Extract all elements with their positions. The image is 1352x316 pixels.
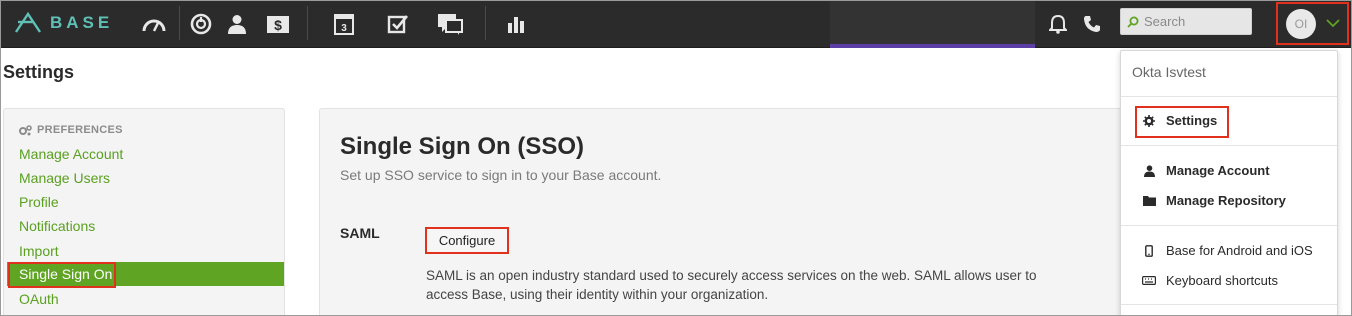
- svg-text:$: $: [274, 17, 282, 33]
- sidebar-item-import[interactable]: Import: [19, 243, 59, 259]
- sidebar-item-single-sign-on-label[interactable]: Single Sign On: [19, 266, 112, 282]
- menu-item-manage-repository[interactable]: Manage Repository: [1142, 193, 1286, 208]
- folder-icon: [1142, 195, 1156, 206]
- menu-item-settings[interactable]: Settings: [1142, 113, 1217, 128]
- saml-label: SAML: [340, 225, 380, 241]
- menu-divider: [1121, 304, 1337, 305]
- base-logo-icon: [15, 12, 41, 33]
- toolbar-divider: [307, 6, 308, 40]
- sidebar-item-profile[interactable]: Profile: [19, 194, 59, 210]
- bell-icon[interactable]: [1044, 10, 1072, 38]
- gears-icon: [19, 124, 32, 135]
- search-field[interactable]: [1120, 8, 1252, 35]
- calendar-day: 3: [341, 23, 347, 34]
- top-navigation-bar: BASE $ 3 OI: [0, 0, 1352, 48]
- menu-item-manage-account-label: Manage Account: [1166, 163, 1270, 178]
- menu-item-mobile-apps[interactable]: Base for Android and iOS: [1142, 243, 1313, 258]
- dollar-icon[interactable]: $: [264, 10, 292, 38]
- menu-item-manage-repository-label: Manage Repository: [1166, 193, 1286, 208]
- dashboard-icon[interactable]: [140, 10, 168, 38]
- search-input[interactable]: [1144, 14, 1244, 29]
- configure-button[interactable]: Configure: [425, 227, 509, 254]
- preferences-label: PREFERENCES: [37, 124, 123, 136]
- user-icon: [1142, 164, 1156, 177]
- messages-icon[interactable]: [436, 10, 464, 38]
- preferences-header: PREFERENCES: [19, 124, 123, 136]
- menu-item-mobile-apps-label: Base for Android and iOS: [1166, 243, 1313, 258]
- sso-title: Single Sign On (SSO): [340, 133, 585, 160]
- user-menu-toggle[interactable]: OI: [1276, 2, 1349, 45]
- sidebar-item-manage-users[interactable]: Manage Users: [19, 170, 110, 186]
- calendar-icon[interactable]: 3: [330, 10, 358, 38]
- checkbox-icon[interactable]: [384, 10, 412, 38]
- phone-icon[interactable]: [1078, 10, 1106, 38]
- menu-item-keyboard-shortcuts-label: Keyboard shortcuts: [1166, 273, 1279, 288]
- dropdown-user-name: Okta Isvtest: [1132, 64, 1206, 80]
- sidebar-item-oauth[interactable]: OAuth: [19, 291, 59, 307]
- menu-divider: [1121, 96, 1337, 97]
- menu-item-manage-account[interactable]: Manage Account: [1142, 163, 1270, 178]
- active-nav-area: [830, 0, 1035, 48]
- chart-icon[interactable]: [502, 10, 530, 38]
- mobile-icon: [1142, 244, 1156, 257]
- menu-divider: [1121, 225, 1337, 226]
- avatar: OI: [1286, 8, 1316, 39]
- logo-text: BASE: [50, 13, 114, 32]
- menu-item-keyboard-shortcuts[interactable]: Keyboard shortcuts: [1142, 273, 1278, 288]
- menu-item-settings-label: Settings: [1166, 113, 1218, 128]
- keyboard-icon: [1142, 276, 1156, 285]
- gear-icon: [1142, 114, 1156, 127]
- toolbar-divider: [179, 6, 180, 40]
- chevron-down-icon: [1326, 19, 1340, 28]
- saml-description: SAML is an open industry standard used t…: [426, 268, 1037, 302]
- page-title: Settings: [3, 62, 75, 82]
- sidebar-item-notifications[interactable]: Notifications: [19, 218, 95, 234]
- search-icon: [1127, 16, 1139, 28]
- sso-subtitle: Set up SSO service to sign in to your Ba…: [340, 167, 662, 183]
- user-icon[interactable]: [223, 10, 251, 38]
- toolbar-divider: [485, 6, 486, 40]
- sidebar-item-manage-account[interactable]: Manage Account: [19, 146, 123, 162]
- menu-divider: [1121, 145, 1337, 146]
- active-nav-indicator: [830, 44, 1035, 48]
- base-logo[interactable]: BASE: [14, 9, 113, 37]
- power-icon[interactable]: [187, 10, 215, 38]
